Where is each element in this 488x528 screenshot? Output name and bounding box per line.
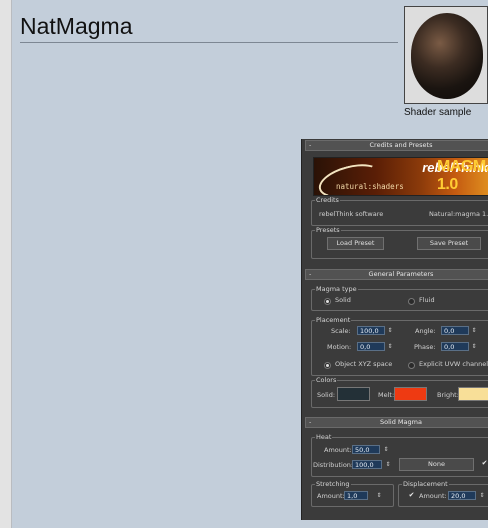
radio-solid-label: Solid [335, 296, 351, 304]
solid-color-swatch[interactable] [337, 387, 370, 401]
collapse-icon[interactable]: - [309, 270, 311, 279]
scale-spinner-icon[interactable]: ⇕ [387, 326, 393, 335]
left-margin-strip [0, 0, 12, 528]
distribution-map-checkbox[interactable]: ✔ [481, 460, 488, 467]
rollout-title: Credits and Presets [369, 141, 433, 149]
disp-amount-label: Amount: [419, 492, 447, 500]
displacement-label: Displacement [402, 480, 449, 488]
radio-solid[interactable] [324, 298, 331, 305]
displacement-checkbox[interactable]: ✔ [408, 492, 415, 499]
rollout-title: General Parameters [368, 270, 434, 278]
heat-amount-label: Amount: [324, 446, 352, 454]
distribution-label: Distribution: [313, 461, 354, 469]
heat-amount-input[interactable]: 50,0 [352, 445, 380, 454]
disp-amount-spinner-icon[interactable]: ⇕ [479, 491, 485, 500]
shader-sample-image [404, 6, 488, 104]
rollout-general-parameters[interactable]: - General Parameters [305, 269, 488, 280]
stretching-label: Stretching [315, 480, 351, 488]
angle-input[interactable]: 0,0 [441, 326, 469, 335]
bright-color-swatch[interactable] [458, 387, 488, 401]
rollout-solid-magma[interactable]: - Solid Magma [305, 417, 488, 428]
radio-object-xyz-label: Object XYZ space [335, 360, 393, 368]
save-preset-button[interactable]: Save Preset [417, 237, 481, 250]
phase-input[interactable]: 0,0 [441, 342, 469, 351]
phase-label: Phase: [414, 343, 436, 351]
motion-input[interactable]: 0,0 [357, 342, 385, 351]
distribution-map-button[interactable]: None [399, 458, 474, 471]
bright-color-label: Bright: [437, 391, 459, 399]
heat-group [311, 437, 488, 477]
material-editor-panel: - Credits and Presets rebelThink natural… [301, 139, 488, 520]
credits-group-label: Credits [315, 196, 340, 204]
solid-color-label: Solid: [317, 391, 336, 399]
disp-amount-input[interactable]: 20,0 [448, 491, 476, 500]
collapse-icon[interactable]: - [309, 418, 311, 427]
collapse-icon[interactable]: - [309, 141, 311, 150]
banner-tag: natural:shaders [336, 182, 404, 191]
heat-amount-spinner-icon[interactable]: ⇕ [383, 445, 389, 454]
title-underline [20, 42, 398, 43]
radio-fluid[interactable] [408, 298, 415, 305]
author-text: rebelThink software [319, 210, 384, 218]
presets-group-label: Presets [315, 226, 341, 234]
melt-color-label: Melt: [378, 391, 395, 399]
radio-object-xyz[interactable] [324, 362, 331, 369]
angle-label: Angle: [415, 327, 436, 335]
phase-spinner-icon[interactable]: ⇕ [471, 342, 477, 351]
angle-spinner-icon[interactable]: ⇕ [471, 326, 477, 335]
colors-label: Colors [315, 376, 338, 384]
stretch-amount-spinner-icon[interactable]: ⇕ [376, 491, 382, 500]
magma-banner-logo: rebelThink natural:shaders MAGMA 1.0 [313, 157, 488, 196]
placement-label: Placement [315, 316, 352, 324]
radio-explicit-uvw-label: Explicit UVW channel [419, 360, 488, 368]
scale-label: Scale: [331, 327, 351, 335]
stretch-amount-label: Amount: [317, 492, 345, 500]
rollout-credits-and-presets[interactable]: - Credits and Presets [305, 140, 488, 151]
page-title: NatMagma [20, 13, 133, 39]
stretch-amount-input[interactable]: 1,0 [344, 491, 368, 500]
version-text: Natural:magma 1.0 [429, 210, 488, 218]
load-preset-button[interactable]: Load Preset [327, 237, 384, 250]
scale-input[interactable]: 100,0 [357, 326, 385, 335]
magma-type-label: Magma type [315, 285, 358, 293]
heat-label: Heat [315, 433, 333, 441]
radio-explicit-uvw[interactable] [408, 362, 415, 369]
rollout-title: Solid Magma [380, 418, 422, 426]
distribution-spinner-icon[interactable]: ⇕ [385, 460, 391, 469]
shader-sample-caption: Shader sample [404, 107, 472, 118]
magma-sphere-render [411, 13, 483, 99]
motion-label: Motion: [327, 343, 352, 351]
radio-fluid-label: Fluid [419, 296, 435, 304]
distribution-input[interactable]: 100,0 [352, 460, 382, 469]
banner-product: MAGMA 1.0 [437, 158, 488, 193]
motion-spinner-icon[interactable]: ⇕ [387, 342, 393, 351]
melt-color-swatch[interactable] [394, 387, 427, 401]
